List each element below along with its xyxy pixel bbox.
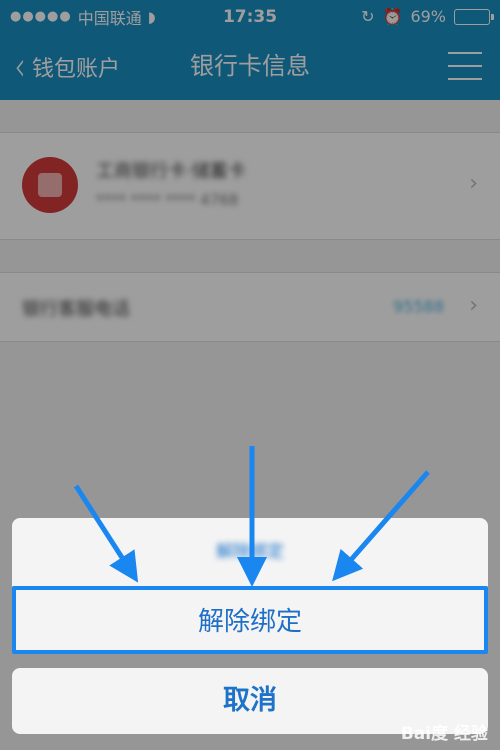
watermark: Bai度 经验 — [400, 724, 488, 744]
action-sheet-title: 解除绑定 — [216, 542, 284, 562]
unbind-button[interactable]: 解除绑定 — [12, 586, 488, 654]
